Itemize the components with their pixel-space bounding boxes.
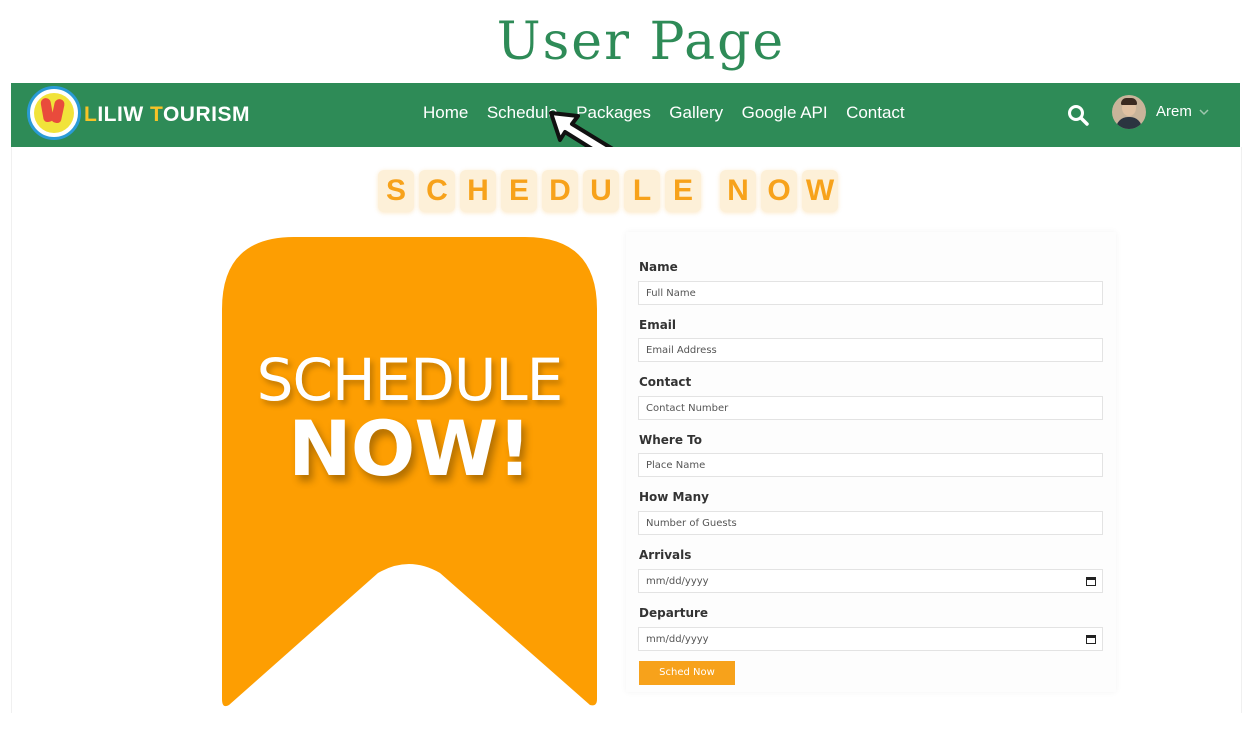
departure-label: Departure: [639, 606, 709, 620]
email-label: Email: [639, 318, 677, 332]
avatar[interactable]: [1112, 95, 1146, 129]
banner-line-2: NOW!: [288, 404, 532, 493]
where-to-label: Where To: [639, 433, 702, 447]
nav-home[interactable]: Home: [423, 103, 468, 123]
name-input[interactable]: Full Name: [638, 281, 1103, 305]
email-input[interactable]: Email Address: [638, 338, 1103, 362]
schedule-now-tiles: SCHEDULENOW: [378, 170, 843, 216]
arrivals-date-value: mm/dd/yyyy: [646, 576, 709, 587]
contact-label: Contact: [639, 375, 692, 389]
name-label: Name: [639, 260, 678, 274]
brand-part-1: ILIW: [97, 103, 150, 126]
brand-part-2: OURISM: [162, 103, 250, 126]
nav-gallery[interactable]: Gallery: [669, 103, 723, 123]
letter-tile: O: [761, 170, 797, 212]
nav-links: Home Schedule Packages Gallery Google AP…: [423, 103, 919, 123]
nav-contact[interactable]: Contact: [846, 103, 905, 123]
departure-date-input[interactable]: mm/dd/yyyy: [638, 627, 1103, 651]
how-many-label: How Many: [639, 490, 709, 504]
departure-date-value: mm/dd/yyyy: [646, 634, 709, 645]
nav-google-api[interactable]: Google API: [742, 103, 828, 123]
calendar-icon[interactable]: [1086, 576, 1096, 586]
avatar-hair: [1121, 98, 1137, 105]
letter-tile: U: [583, 170, 619, 212]
sched-now-button[interactable]: Sched Now: [639, 661, 735, 685]
how-many-input[interactable]: Number of Guests: [638, 511, 1103, 535]
avatar-body: [1116, 117, 1142, 129]
user-name[interactable]: Arem: [1156, 103, 1192, 120]
letter-tile: L: [624, 170, 660, 212]
letter-tile: W: [802, 170, 838, 212]
search-icon[interactable]: [1066, 103, 1090, 127]
letter-tile: N: [720, 170, 756, 212]
letter-tile: C: [419, 170, 455, 212]
chevron-down-icon[interactable]: [1198, 107, 1210, 117]
brand-name[interactable]: LILIW TOURISM: [84, 103, 250, 127]
brand-letter-l: L: [84, 103, 98, 126]
brand-logo[interactable]: [27, 86, 81, 140]
letter-tile: H: [460, 170, 496, 212]
arrivals-label: Arrivals: [639, 548, 692, 562]
contact-input[interactable]: Contact Number: [638, 396, 1103, 420]
calendar-icon[interactable]: [1086, 634, 1096, 644]
letter-tile: S: [378, 170, 414, 212]
letter-tile: D: [542, 170, 578, 212]
arrivals-date-input[interactable]: mm/dd/yyyy: [638, 569, 1103, 593]
letter-tile: E: [501, 170, 537, 212]
page-title: User Page: [496, 12, 786, 72]
letter-tile: E: [665, 170, 701, 212]
where-to-input[interactable]: Place Name: [638, 453, 1103, 477]
brand-letter-t: T: [149, 103, 163, 126]
